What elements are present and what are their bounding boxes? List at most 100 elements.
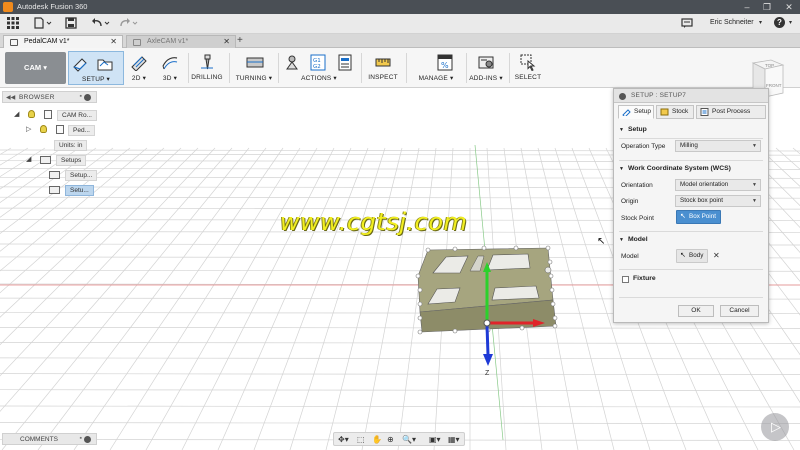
stock-box-point[interactable]: [417, 315, 423, 321]
section-setup-title: Setup: [627, 126, 647, 133]
browser-title: BROWSER: [19, 94, 55, 101]
orbit-icon[interactable]: ✥▾: [338, 434, 349, 445]
section-wcs-header[interactable]: ▼ Work Coordinate System (WCS): [619, 165, 731, 172]
stock-box-point[interactable]: [545, 245, 551, 251]
browser-node-cam-root[interactable]: CAM Ro...: [57, 110, 97, 121]
stock-box-point[interactable]: [513, 245, 519, 251]
section-model-header[interactable]: ▼ Model: [619, 236, 648, 243]
zoom-icon[interactable]: ⊕: [387, 434, 394, 445]
pan-icon[interactable]: ✋: [372, 434, 382, 445]
save-icon[interactable]: [64, 17, 78, 31]
redo-icon[interactable]: [118, 17, 140, 31]
ok-button[interactable]: OK: [678, 305, 714, 317]
help-caret-icon[interactable]: ▾: [789, 19, 792, 26]
expand-triangle-icon[interactable]: ◢: [26, 155, 31, 163]
stock-box-point[interactable]: [415, 273, 421, 279]
tool-library-icon: %: [437, 54, 453, 71]
visibility-bulb-icon[interactable]: [40, 125, 47, 133]
ribbon-group-manage[interactable]: % MANAGE ▾: [410, 51, 462, 85]
stock-box-point[interactable]: [425, 247, 431, 253]
stock-box-point[interactable]: [452, 328, 458, 334]
ribbon-group-actions[interactable]: G1 G2 ACTIONS ▾: [281, 51, 357, 85]
stock-box-point[interactable]: [550, 301, 556, 307]
divider: [619, 231, 763, 232]
ribbon-group-add-ins[interactable]: ADD-INS ▾: [468, 51, 504, 85]
zoom-window-icon[interactable]: 🔍▾: [402, 434, 416, 445]
tab-pedalcam[interactable]: PedalCAM v1* ✕: [3, 35, 123, 48]
close-tab-icon[interactable]: ✕: [223, 36, 230, 48]
stock-box-point[interactable]: [548, 273, 554, 279]
close-window-button[interactable]: ✕: [778, 0, 800, 14]
ribbon-group-3d[interactable]: 3D ▾: [156, 51, 184, 85]
panel-menu-icon[interactable]: [84, 94, 91, 101]
workspace-switcher[interactable]: CAM ▾: [5, 52, 66, 84]
help-icon[interactable]: ?: [774, 17, 786, 31]
ribbon-group-turning[interactable]: TURNING ▾: [234, 51, 274, 85]
stock-box-point[interactable]: [549, 287, 555, 293]
stock-box-point[interactable]: [481, 245, 487, 251]
undo-icon[interactable]: [90, 17, 112, 31]
browser-node-setup-selected[interactable]: Setu...: [65, 185, 94, 196]
stock-box-point[interactable]: [417, 301, 423, 307]
stock-box-point[interactable]: [417, 329, 423, 335]
stock-box-point[interactable]: [547, 259, 553, 265]
operation-type-select[interactable]: Milling ▼: [675, 140, 761, 152]
stock-box-point[interactable]: [452, 246, 458, 252]
stock-box-point[interactable]: [417, 287, 423, 293]
panel-menu-icon[interactable]: [84, 436, 91, 443]
expand-triangle-icon[interactable]: ▷: [26, 125, 31, 133]
browser-node-setup[interactable]: Setup...: [65, 170, 98, 181]
stock-box-point[interactable]: [552, 323, 558, 329]
user-name[interactable]: Eric Schneiter: [710, 19, 754, 26]
file-menu-icon[interactable]: [33, 17, 53, 31]
browser-node-pedal[interactable]: Ped...: [68, 125, 95, 136]
maximize-button[interactable]: ❐: [756, 0, 778, 14]
ribbon-group-2d[interactable]: 2D ▾: [128, 51, 150, 85]
ribbon-group-inspect[interactable]: INSPECT: [364, 51, 402, 85]
visibility-bulb-icon[interactable]: [28, 110, 35, 118]
tab-stock[interactable]: Stock: [656, 105, 694, 119]
collapse-caret-icon[interactable]: ◀◀: [6, 94, 15, 101]
close-tab-icon[interactable]: ✕: [110, 36, 117, 48]
pin-icon[interactable]: ▪: [80, 435, 82, 442]
orientation-select[interactable]: Model orientation ▼: [675, 179, 761, 191]
stock-point-picker[interactable]: ↖ Box Point: [676, 210, 721, 224]
stock-box-point[interactable]: [552, 315, 558, 321]
display-settings-icon[interactable]: ▣▾: [429, 434, 441, 445]
play-overlay-button[interactable]: ▷: [761, 413, 789, 441]
tab-axlecam[interactable]: AxleCAM v1* ✕: [126, 35, 236, 48]
dialog-options-icon[interactable]: [619, 93, 626, 100]
ribbon-group-setup[interactable]: SETUP ▾: [68, 51, 124, 85]
look-at-icon[interactable]: ⬚: [357, 434, 365, 445]
post-process-tab-icon: [700, 108, 709, 116]
dialog-header[interactable]: SETUP : SETUP7: [614, 89, 768, 103]
browser-header[interactable]: ◀◀ BROWSER ▪: [2, 91, 97, 103]
pin-icon[interactable]: ▪: [80, 93, 82, 100]
user-caret-icon[interactable]: ▾: [759, 19, 762, 26]
browser-node-setups[interactable]: Setups: [56, 155, 87, 166]
remove-model-button[interactable]: ✕: [713, 251, 720, 260]
fixture-checkbox[interactable]: [622, 276, 629, 283]
tab-axlecam-label: AxleCAM v1*: [147, 38, 189, 45]
grid-settings-icon[interactable]: ▦▾: [448, 434, 460, 445]
cancel-button[interactable]: Cancel: [720, 305, 759, 317]
model-picker[interactable]: ↖ Body: [676, 249, 709, 263]
tab-pedalcam-label: PedalCAM v1*: [24, 38, 70, 45]
section-setup-header[interactable]: ▼ Setup: [619, 126, 647, 133]
tab-post-process[interactable]: Post Process: [696, 105, 766, 119]
ribbon-group-select[interactable]: SELECT: [511, 51, 545, 85]
operation-type-label: Operation Type: [621, 143, 666, 150]
tab-setup[interactable]: Setup: [618, 105, 654, 119]
apps-grid-icon[interactable]: [6, 17, 20, 31]
browser-node-units[interactable]: Units: in: [54, 140, 88, 151]
ribbon-group-add-ins-label: ADD-INS ▾: [469, 75, 503, 82]
stock-box-point[interactable]: [519, 325, 525, 331]
comments-panel[interactable]: COMMENTS ▪: [2, 433, 97, 445]
minimize-button[interactable]: –: [736, 0, 758, 14]
chat-icon[interactable]: [680, 17, 694, 31]
ribbon-group-drilling[interactable]: DRILLING: [191, 51, 223, 85]
new-tab-button[interactable]: +: [237, 34, 243, 48]
origin-label: Origin: [621, 198, 639, 205]
expand-triangle-icon[interactable]: ◢: [14, 110, 19, 118]
origin-select[interactable]: Stock box point ▼: [675, 195, 761, 207]
